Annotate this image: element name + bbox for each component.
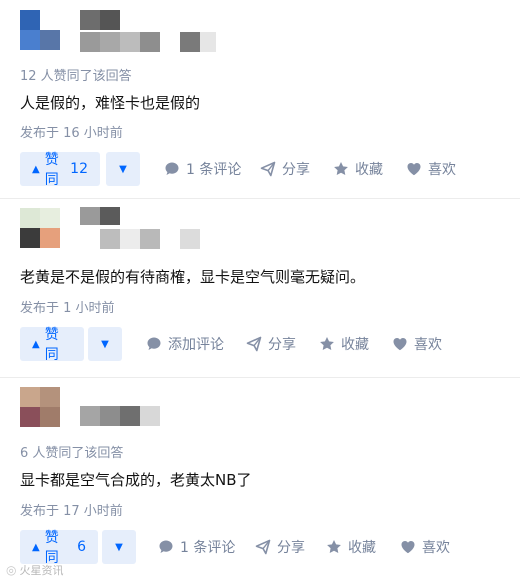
caret-up-icon: ▲ [32,338,40,350]
comment-icon [164,161,180,177]
watermark-text: 火星资讯 [19,564,64,577]
vote-down-button[interactable]: ▼ [88,327,122,361]
caret-up-icon: ▲ [32,541,40,553]
heart-icon [392,336,408,352]
vote-up-label: 赞同 [44,152,59,188]
star-icon [333,161,349,177]
vote-up-button[interactable]: ▲ 赞同 6 [20,530,98,566]
caret-down-icon: ▼ [115,541,123,553]
action-bar: ▲ 赞同 12 ▼ 1 条评论 分享 收藏 喜欢 [20,152,500,188]
comment-label: 1 条评论 [180,540,236,556]
avatar[interactable] [20,10,60,50]
weibo-icon: ◎ [6,563,17,577]
favorite-button[interactable]: 收藏 [333,152,383,186]
favorite-label: 收藏 [348,540,376,556]
answer-content: 显卡都是空气合成的，老黄太NB了 [20,471,252,489]
action-bar: ▲ 赞同 ▼ 添加评论 分享 收藏 喜欢 [20,327,500,363]
comment-label: 添加评论 [168,337,224,353]
share-button[interactable]: 分享 [246,327,296,361]
vote-down-button[interactable]: ▼ [106,152,140,186]
like-label: 喜欢 [414,337,442,353]
share-label: 分享 [282,162,310,178]
star-icon [319,336,335,352]
like-button[interactable]: 喜欢 [392,327,442,361]
caret-up-icon: ▲ [32,163,40,175]
favorite-button[interactable]: 收藏 [319,327,369,361]
share-icon [260,161,276,177]
heart-icon [400,539,416,555]
vote-up-count: 6 [77,539,86,555]
share-icon [246,336,262,352]
publish-time[interactable]: 发布于 17 小时前 [20,500,123,519]
favorite-label: 收藏 [355,162,383,178]
share-button[interactable]: 分享 [260,152,310,186]
publish-time[interactable]: 发布于 16 小时前 [20,122,123,141]
share-label: 分享 [277,540,305,556]
voters-count[interactable]: 12 人赞同了该回答 [20,65,132,84]
caret-down-icon: ▼ [119,163,127,175]
vote-up-label: 赞同 [44,530,59,566]
star-icon [326,539,342,555]
vote-up-button[interactable]: ▲ 赞同 [20,327,84,363]
favorite-label: 收藏 [341,337,369,353]
caret-down-icon: ▼ [101,338,109,350]
comment-button[interactable]: 添加评论 [146,327,224,361]
answer-item: 老黄是不是假的有待商榷，显卡是空气则毫无疑问。 发布于 1 小时前 ▲ 赞同 ▼… [0,198,520,377]
watermark: ◎ 火星资讯 [6,562,63,578]
answer-content: 老黄是不是假的有待商榷，显卡是空气则毫无疑问。 [20,268,366,286]
answer-item: 12 人赞同了该回答 人是假的，难怪卡也是假的 发布于 16 小时前 ▲ 赞同 … [0,0,520,198]
voters-count[interactable]: 6 人赞同了该回答 [20,442,123,461]
publish-time[interactable]: 发布于 1 小时前 [20,297,115,316]
share-icon [255,539,271,555]
like-label: 喜欢 [422,540,450,556]
share-label: 分享 [268,337,296,353]
heart-icon [406,161,422,177]
author-info-pixelated [80,10,220,52]
avatar[interactable] [20,387,60,427]
author-info-pixelated [80,207,220,249]
vote-up-label: 赞同 [44,327,59,363]
like-label: 喜欢 [428,162,456,178]
avatar[interactable] [20,208,60,248]
vote-up-button[interactable]: ▲ 赞同 12 [20,152,100,188]
vote-down-button[interactable]: ▼ [102,530,136,564]
like-button[interactable]: 喜欢 [406,152,456,186]
vote-up-count: 12 [70,161,88,177]
comment-button[interactable]: 1 条评论 [158,530,235,564]
answer-item: 6 人赞同了该回答 显卡都是空气合成的，老黄太NB了 发布于 17 小时前 ▲ … [0,377,520,583]
favorite-button[interactable]: 收藏 [326,530,376,564]
comment-label: 1 条评论 [186,162,242,178]
like-button[interactable]: 喜欢 [400,530,450,564]
answer-content: 人是假的，难怪卡也是假的 [20,94,201,112]
comment-button[interactable]: 1 条评论 [164,152,241,186]
comment-icon [146,336,162,352]
comment-icon [158,539,174,555]
action-bar: ▲ 赞同 6 ▼ 1 条评论 分享 收藏 喜欢 [20,530,500,566]
author-info-pixelated [80,406,220,428]
share-button[interactable]: 分享 [255,530,305,564]
